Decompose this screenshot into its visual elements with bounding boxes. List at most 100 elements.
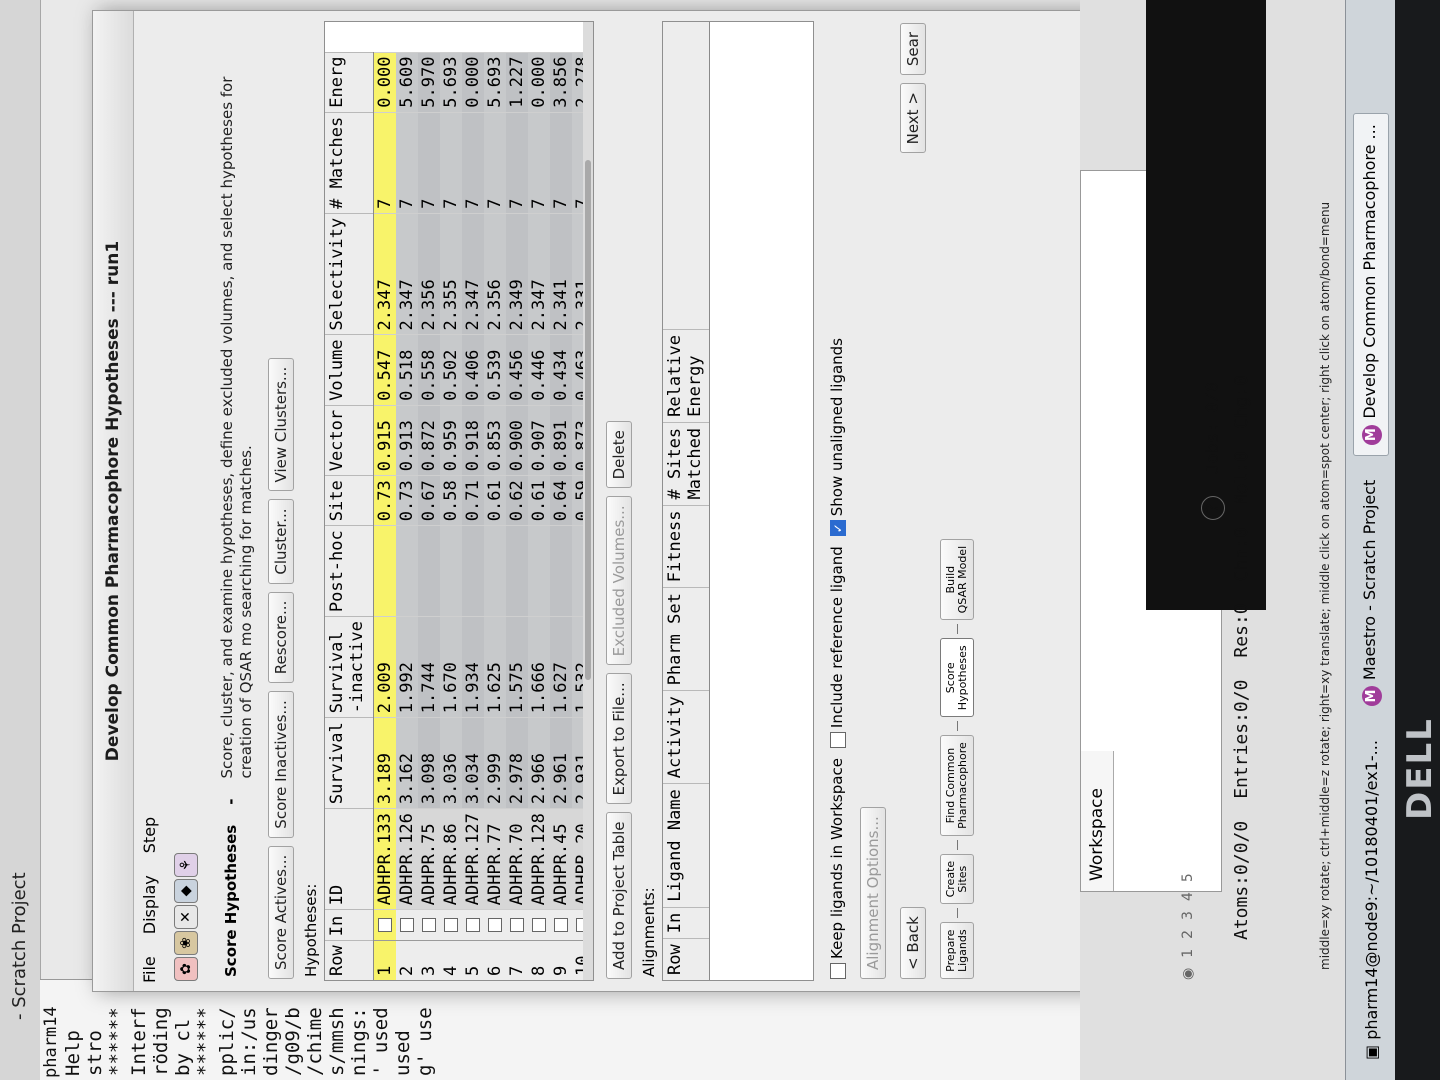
column-header[interactable]: # Matches	[325, 112, 374, 214]
cell-vector: 0.915	[373, 405, 396, 476]
cell-matches: 7	[462, 112, 484, 214]
show-unaligned-check-icon[interactable]: ✓	[829, 520, 846, 537]
in-checkbox[interactable]	[400, 918, 414, 933]
show-unaligned-checkbox[interactable]: ✓ Show unaligned ligands	[828, 338, 846, 537]
terminal-menu-help[interactable]: Help	[62, 980, 84, 1080]
stepper-number[interactable]: 3	[1180, 911, 1196, 920]
column-header[interactable]: Site	[325, 475, 374, 526]
include-reference-check-icon[interactable]	[829, 732, 846, 749]
in-checkbox-cell[interactable]	[528, 909, 550, 941]
column-header[interactable]: Survival -inactive	[325, 616, 374, 718]
add-to-project-table-button[interactable]: Add to Project Table	[606, 812, 632, 979]
in-checkbox-cell[interactable]	[440, 909, 462, 941]
alignment-column-header[interactable]: Ligand Name	[663, 783, 709, 907]
column-header[interactable]: ID	[325, 808, 374, 910]
in-checkbox-cell[interactable]	[550, 909, 572, 941]
score-hypotheses-tool-icon[interactable]: ◆	[174, 879, 198, 903]
in-checkbox[interactable]	[444, 918, 458, 933]
stepper-number[interactable]: 2	[1180, 930, 1196, 939]
view-clusters-button[interactable]: View Clusters...	[268, 357, 294, 492]
stepper-number[interactable]: 4	[1180, 892, 1196, 901]
taskbar-pharmacophore[interactable]: M Develop Common Pharmacophore ...	[1353, 113, 1389, 456]
workflow-step-button[interactable]: Find Common Pharmacophore	[940, 735, 974, 836]
column-header[interactable]: Row	[325, 940, 374, 980]
in-checkbox[interactable]	[422, 918, 436, 933]
in-checkbox-cell[interactable]	[484, 909, 506, 941]
alignment-column-header[interactable]: Relative Energy	[663, 328, 709, 422]
terminal-line: by cl	[172, 1018, 194, 1076]
alignment-column-header[interactable]: In	[663, 906, 709, 939]
alignment-options-button[interactable]: Alignment Options...	[860, 807, 886, 979]
hypothesis-row[interactable]: 9 ADHPR.45 2.961 1.627 0.64 0.891 0.434 2.341 7 3…	[550, 52, 572, 980]
include-reference-checkbox[interactable]: Include reference ligand	[828, 546, 846, 749]
keep-ligands-checkbox[interactable]: Keep ligands in Workspace	[828, 758, 846, 979]
column-header[interactable]: In	[325, 909, 374, 941]
hypothesis-row[interactable]: 3 ADHPR.75 3.098 1.744 0.67 0.872 0.558 2.356 7 5…	[418, 52, 440, 980]
alignment-column-header[interactable]: Activity	[663, 690, 709, 784]
alignment-column-header[interactable]: # Sites Matched	[663, 421, 709, 505]
in-checkbox-cell[interactable]	[418, 909, 440, 941]
find-pharmacophore-tool-icon[interactable]: ✕	[174, 905, 198, 929]
create-sites-tool-icon[interactable]: ❀	[174, 931, 198, 955]
stepper-number[interactable]: 5	[1180, 873, 1196, 882]
column-header[interactable]: Survival	[325, 717, 374, 809]
alignment-column-header[interactable]: Row	[663, 938, 709, 980]
column-header[interactable]: Vector	[325, 405, 374, 476]
cell-inactive: 2.009	[373, 616, 396, 718]
hypothesis-row[interactable]: 4 ADHPR.86 3.036 1.670 0.58 0.959 0.502 2.355 7 5…	[440, 52, 462, 980]
hypotheses-horizontal-scrollbar[interactable]	[583, 22, 593, 980]
stepper-number[interactable]: 1	[1180, 949, 1196, 958]
in-checkbox-cell[interactable]	[462, 909, 484, 941]
eye-icon[interactable]: ◉	[1180, 968, 1196, 980]
workflow-step-button[interactable]: Build QSAR Model	[940, 538, 974, 621]
next-button[interactable]: Next >	[900, 83, 926, 154]
keep-ligands-check-icon[interactable]	[829, 963, 846, 979]
column-header[interactable]: Volume	[325, 334, 374, 406]
in-checkbox[interactable]	[532, 918, 546, 933]
search-button[interactable]: Sear	[900, 23, 926, 76]
menu-file[interactable]: File	[140, 956, 159, 983]
cluster-button[interactable]: Cluster...	[268, 499, 294, 584]
in-checkbox[interactable]	[466, 918, 480, 933]
hypothesis-row[interactable]: 7 ADHPR.70 2.978 1.575 0.62 0.900 0.456 2.349 7 1…	[506, 52, 528, 980]
in-checkbox-cell[interactable]	[373, 909, 396, 941]
hypothesis-row[interactable]: 8 ADHPR.128 2.966 1.666 0.61 0.907 0.446 2.347 7…	[528, 52, 550, 980]
score-inactives-button[interactable]: Score Inactives...	[268, 691, 294, 838]
taskbar-terminal[interactable]: ▣ pharm14@node9:~/10180401/ex1-...	[1356, 730, 1387, 1070]
qsar-tool-icon[interactable]: ⚘	[174, 853, 198, 877]
alignment-column-header[interactable]: Pharm Set	[663, 587, 709, 691]
workflow-step-button[interactable]: Create Sites	[940, 853, 974, 905]
column-header[interactable]: Energ	[325, 52, 374, 113]
in-checkbox[interactable]	[510, 918, 524, 933]
in-checkbox[interactable]	[488, 918, 502, 933]
workflow-step-button[interactable]: Prepare Ligands	[940, 922, 974, 979]
workspace-tab[interactable]: Workspace	[1081, 751, 1114, 891]
column-header[interactable]: Post-hoc	[325, 525, 374, 617]
hypothesis-id: ADHPR.77	[484, 808, 506, 910]
in-checkbox-cell[interactable]	[396, 909, 418, 941]
excluded-volumes-button[interactable]: Excluded Volumes...	[606, 496, 632, 666]
export-to-file-button[interactable]: Export to File...	[606, 673, 632, 805]
workflow-step-button[interactable]: Score Hypotheses	[940, 638, 974, 718]
in-checkbox[interactable]	[554, 918, 568, 933]
column-header[interactable]: Selectivity	[325, 213, 374, 335]
alignment-column-header[interactable]: Fitness	[663, 504, 709, 588]
menu-display[interactable]: Display	[140, 875, 159, 934]
rescore-button[interactable]: Rescore...	[268, 591, 294, 684]
prepare-ligands-tool-icon[interactable]: ✿	[174, 957, 198, 981]
score-actives-button[interactable]: Score Actives...	[268, 845, 294, 979]
hypothesis-row[interactable]: 2 ADHPR.126 3.162 1.992 0.73 0.913 0.518 2.347 7…	[396, 52, 418, 980]
taskbar-maestro[interactable]: M Maestro - Scratch Project	[1354, 470, 1388, 716]
hypothesis-row[interactable]: 6 ADHPR.77 2.999 1.625 0.61 0.853 0.539 2.356 7 5…	[484, 52, 506, 980]
cell-site: 0.67	[418, 475, 440, 526]
in-checkbox-cell[interactable]	[506, 909, 528, 941]
back-button[interactable]: < Back	[900, 907, 926, 979]
scrollbar-thumb[interactable]	[585, 160, 591, 680]
hypothesis-id: ADHPR.128	[528, 808, 550, 910]
menu-step[interactable]: Step	[140, 817, 159, 853]
in-checkbox[interactable]	[378, 918, 392, 933]
delete-button[interactable]: Delete	[606, 421, 632, 489]
mouse-hint: middle=xy rotate; ctrl+middle=z rotate; …	[1318, 201, 1332, 970]
hypothesis-row[interactable]: 5 ADHPR.127 3.034 1.934 0.71 0.918 0.406 2.347 7…	[462, 52, 484, 980]
hypothesis-row[interactable]: 1 ADHPR.133 3.189 2.009 0.73 0.915 0.547 2.347 7…	[373, 52, 396, 980]
